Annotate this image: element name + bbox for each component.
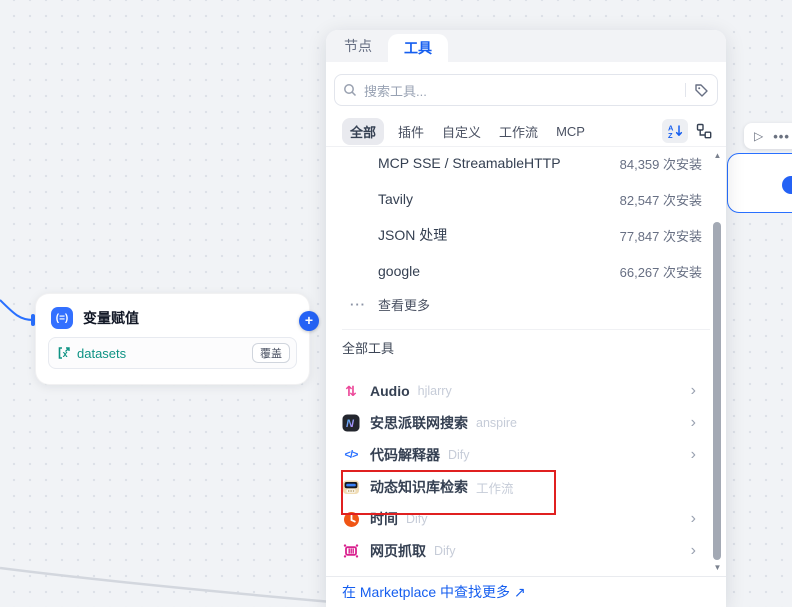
tool-name: 时间	[370, 509, 398, 529]
tool-name: 代码解释器	[370, 445, 440, 465]
chevron-right-icon: ›	[691, 510, 696, 528]
filter-workflow[interactable]: 工作流	[499, 122, 538, 141]
tool-item-audio[interactable]: ⇅ Audio hjlarry ›	[326, 375, 726, 407]
tab-tools[interactable]: 工具	[388, 34, 448, 62]
panel-tabs: 节点 工具	[326, 30, 726, 62]
chevron-right-icon: ›	[691, 414, 696, 432]
plugin-name: google	[378, 263, 420, 279]
list-item[interactable]: MCP SSE / StreamableHTTP 84,359 次安装	[326, 145, 726, 181]
audio-icon: ⇅	[342, 382, 360, 400]
tool-provider: 工作流	[476, 478, 514, 497]
chevron-right-icon: ›	[691, 542, 696, 560]
code-icon: </>	[342, 446, 360, 464]
search-icon	[343, 83, 357, 97]
filter-plugins[interactable]: 插件	[398, 122, 424, 141]
panel-footer: 在 Marketplace 中查找更多 ↗	[326, 576, 726, 607]
tool-provider: Dify	[448, 448, 470, 462]
scrollbar[interactable]: ▲ ▼	[711, 145, 724, 576]
svg-text:Z: Z	[668, 131, 673, 139]
scroll-up-arrow-icon[interactable]: ▲	[711, 151, 724, 160]
filter-row: 全部 插件 自定义 工作流 MCP A Z	[326, 116, 726, 147]
svg-text:N: N	[346, 418, 355, 430]
search-divider	[685, 83, 686, 97]
tools-list: MCP SSE / StreamableHTTP 84,359 次安装 Tavi…	[326, 145, 726, 576]
marketplace-link[interactable]: 在 Marketplace 中查找更多 ↗	[342, 582, 526, 602]
install-count: 84,359 次安装	[620, 154, 702, 173]
tool-name: 网页抓取	[370, 541, 426, 561]
variable-assigner-node[interactable]: (=) 变量赋值 + x datasets 覆盖	[35, 293, 310, 385]
tag-filter-icon[interactable]	[694, 83, 709, 98]
tool-provider: hjlarry	[418, 384, 452, 398]
view-more-label: 查看更多	[378, 295, 430, 314]
tool-name: 安思派联网搜索	[370, 413, 468, 433]
view-more-button[interactable]: ··· 查看更多	[326, 289, 726, 319]
anspire-icon: N	[342, 414, 360, 432]
plugin-name: MCP SSE / StreamableHTTP	[378, 155, 561, 171]
sort-button[interactable]: A Z	[662, 119, 688, 143]
plugin-name: Tavily	[378, 191, 413, 207]
tool-name: 动态知识库检索	[370, 477, 468, 497]
workflow-canvas[interactable]: ▷ ••• (=) 变量赋值 + x datasets 覆盖 节点 工具	[0, 0, 792, 607]
tool-item-dynamic-kb-retrieval[interactable]: 动态知识库检索 工作流	[326, 471, 726, 503]
spider-icon	[342, 542, 360, 560]
filter-mcp[interactable]: MCP	[556, 124, 585, 139]
tool-name: Audio	[370, 383, 410, 399]
install-count: 77,847 次安装	[620, 226, 702, 245]
search-input[interactable]: 搜索工具...	[334, 74, 718, 106]
tool-item-code-interpreter[interactable]: </> 代码解释器 Dify ›	[326, 439, 726, 471]
tools-panel: 节点 工具 搜索工具... 全部 插件 自定义 工作流	[326, 30, 726, 607]
tool-item-web-scraper[interactable]: 网页抓取 Dify ›	[326, 535, 726, 567]
search-placeholder: 搜索工具...	[364, 81, 677, 100]
tool-provider: Dify	[434, 544, 456, 558]
play-icon[interactable]: ▷	[754, 129, 763, 143]
install-count: 82,547 次安装	[620, 190, 702, 209]
list-item[interactable]: Tavily 82,547 次安装	[326, 181, 726, 217]
node-toolbar[interactable]: ▷ •••	[744, 123, 792, 149]
ellipsis-icon: ···	[350, 297, 366, 312]
tool-item-time[interactable]: 时间 Dify ›	[326, 503, 726, 535]
list-item[interactable]: JSON 处理 77,847 次安装	[326, 217, 726, 253]
clock-icon	[342, 510, 360, 528]
section-title: 全部工具	[342, 338, 710, 357]
node-title: 变量赋值	[83, 308, 139, 328]
edge-blue	[0, 300, 33, 320]
filter-all[interactable]: 全部	[342, 118, 384, 145]
variable-icon: x	[57, 346, 71, 360]
tab-nodes[interactable]: 节点	[342, 30, 374, 62]
variable-row[interactable]: x datasets 覆盖	[48, 337, 297, 369]
tree-view-button[interactable]	[696, 123, 712, 139]
chevron-right-icon: ›	[691, 382, 696, 400]
tool-provider: anspire	[476, 416, 517, 430]
tree-view-icon	[696, 123, 712, 139]
node-header: (=) 变量赋值	[36, 294, 309, 337]
add-next-node-button[interactable]: +	[299, 311, 319, 331]
scroll-down-arrow-icon[interactable]: ▼	[711, 563, 724, 572]
chevron-right-icon: ›	[691, 446, 696, 464]
sort-asc-icon: A Z	[667, 123, 683, 139]
variable-assigner-icon: (=)	[51, 307, 73, 329]
robot-icon	[342, 478, 360, 496]
overwrite-badge: 覆盖	[252, 343, 290, 363]
divider	[342, 329, 710, 330]
tool-provider: Dify	[406, 512, 428, 526]
install-count: 66,267 次安装	[620, 262, 702, 281]
scrollbar-thumb[interactable]	[713, 222, 721, 560]
tool-item-anspire[interactable]: N 安思派联网搜索 anspire ›	[326, 407, 726, 439]
more-icon[interactable]: •••	[773, 129, 790, 144]
filter-custom[interactable]: 自定义	[442, 122, 481, 141]
edge-gray	[0, 568, 332, 602]
plugin-name: JSON 处理	[378, 225, 447, 245]
variable-name: datasets	[77, 346, 126, 361]
list-item[interactable]: google 66,267 次安装	[326, 253, 726, 289]
